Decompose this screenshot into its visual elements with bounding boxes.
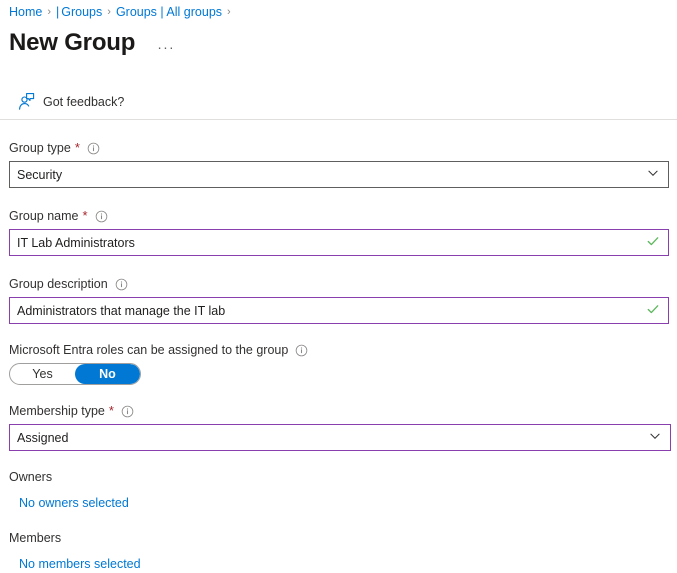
field-group-type: Group type * Security (9, 140, 669, 188)
required-asterisk: * (75, 142, 80, 154)
owners-label: Owners (9, 469, 669, 485)
field-membership-type: Membership type * Assigned (9, 403, 669, 451)
toggle-option-no[interactable]: No (75, 364, 140, 384)
info-icon[interactable] (295, 344, 308, 357)
group-description-input[interactable]: Administrators that manage the IT lab (9, 297, 669, 324)
group-type-dropdown[interactable]: Security (9, 161, 669, 188)
breadcrumb-item-all-groups[interactable]: Groups | All groups (116, 4, 222, 20)
breadcrumb-item-groups[interactable]: Groups (61, 4, 102, 20)
info-icon[interactable] (115, 278, 128, 291)
breadcrumb: Home › | Groups › Groups | All groups › (9, 4, 236, 20)
required-asterisk: * (82, 210, 87, 222)
got-feedback-button[interactable]: Got feedback? (15, 92, 124, 112)
field-group-name: Group name * IT Lab Administrators (9, 208, 669, 256)
group-type-label-row: Group type * (9, 140, 669, 156)
breadcrumb-separator-icon: › (107, 4, 111, 20)
check-icon (646, 302, 664, 319)
header-divider (0, 119, 677, 120)
members-label: Members (9, 530, 669, 546)
page-title: New Group (9, 28, 135, 58)
entra-roles-toggle[interactable]: Yes No (9, 363, 141, 385)
group-description-value: Administrators that manage the IT lab (17, 304, 646, 318)
field-members: Members No members selected (9, 530, 669, 573)
membership-type-value: Assigned (17, 431, 648, 445)
info-icon[interactable] (121, 405, 134, 418)
field-entra-roles: Microsoft Entra roles can be assigned to… (9, 342, 669, 385)
entra-roles-label: Microsoft Entra roles can be assigned to… (9, 342, 288, 358)
toggle-option-yes[interactable]: Yes (10, 364, 75, 384)
membership-type-label: Membership type (9, 403, 105, 419)
required-asterisk: * (109, 405, 114, 417)
breadcrumb-separator-icon: › (227, 4, 231, 20)
feedback-person-icon (15, 92, 35, 112)
check-icon (646, 234, 664, 251)
group-name-label-row: Group name * (9, 208, 669, 224)
chevron-down-icon (648, 429, 666, 446)
field-owners: Owners No owners selected (9, 469, 669, 512)
new-group-form: Group type * Security Group name * (9, 140, 669, 573)
members-select-link[interactable]: No members selected (19, 556, 141, 572)
page-header: New Group ··· (9, 28, 175, 58)
membership-type-dropdown[interactable]: Assigned (9, 424, 671, 451)
entra-roles-label-row: Microsoft Entra roles can be assigned to… (9, 342, 669, 358)
breadcrumb-pipe: | (56, 4, 59, 20)
got-feedback-label: Got feedback? (43, 94, 124, 110)
group-name-value: IT Lab Administrators (17, 236, 646, 250)
group-name-input[interactable]: IT Lab Administrators (9, 229, 669, 256)
group-name-label: Group name (9, 208, 78, 224)
chevron-down-icon (646, 166, 664, 183)
breadcrumb-separator-icon: › (47, 4, 51, 20)
breadcrumb-item-home[interactable]: Home (9, 4, 42, 20)
group-description-label: Group description (9, 276, 108, 292)
group-type-label: Group type (9, 140, 71, 156)
info-icon[interactable] (87, 142, 100, 155)
group-description-label-row: Group description (9, 276, 669, 292)
more-options-button[interactable]: ··· (157, 40, 175, 54)
owners-select-link[interactable]: No owners selected (19, 495, 129, 511)
group-type-value: Security (17, 168, 646, 182)
field-group-description: Group description Administrators that ma… (9, 276, 669, 324)
info-icon[interactable] (95, 210, 108, 223)
membership-type-label-row: Membership type * (9, 403, 669, 419)
